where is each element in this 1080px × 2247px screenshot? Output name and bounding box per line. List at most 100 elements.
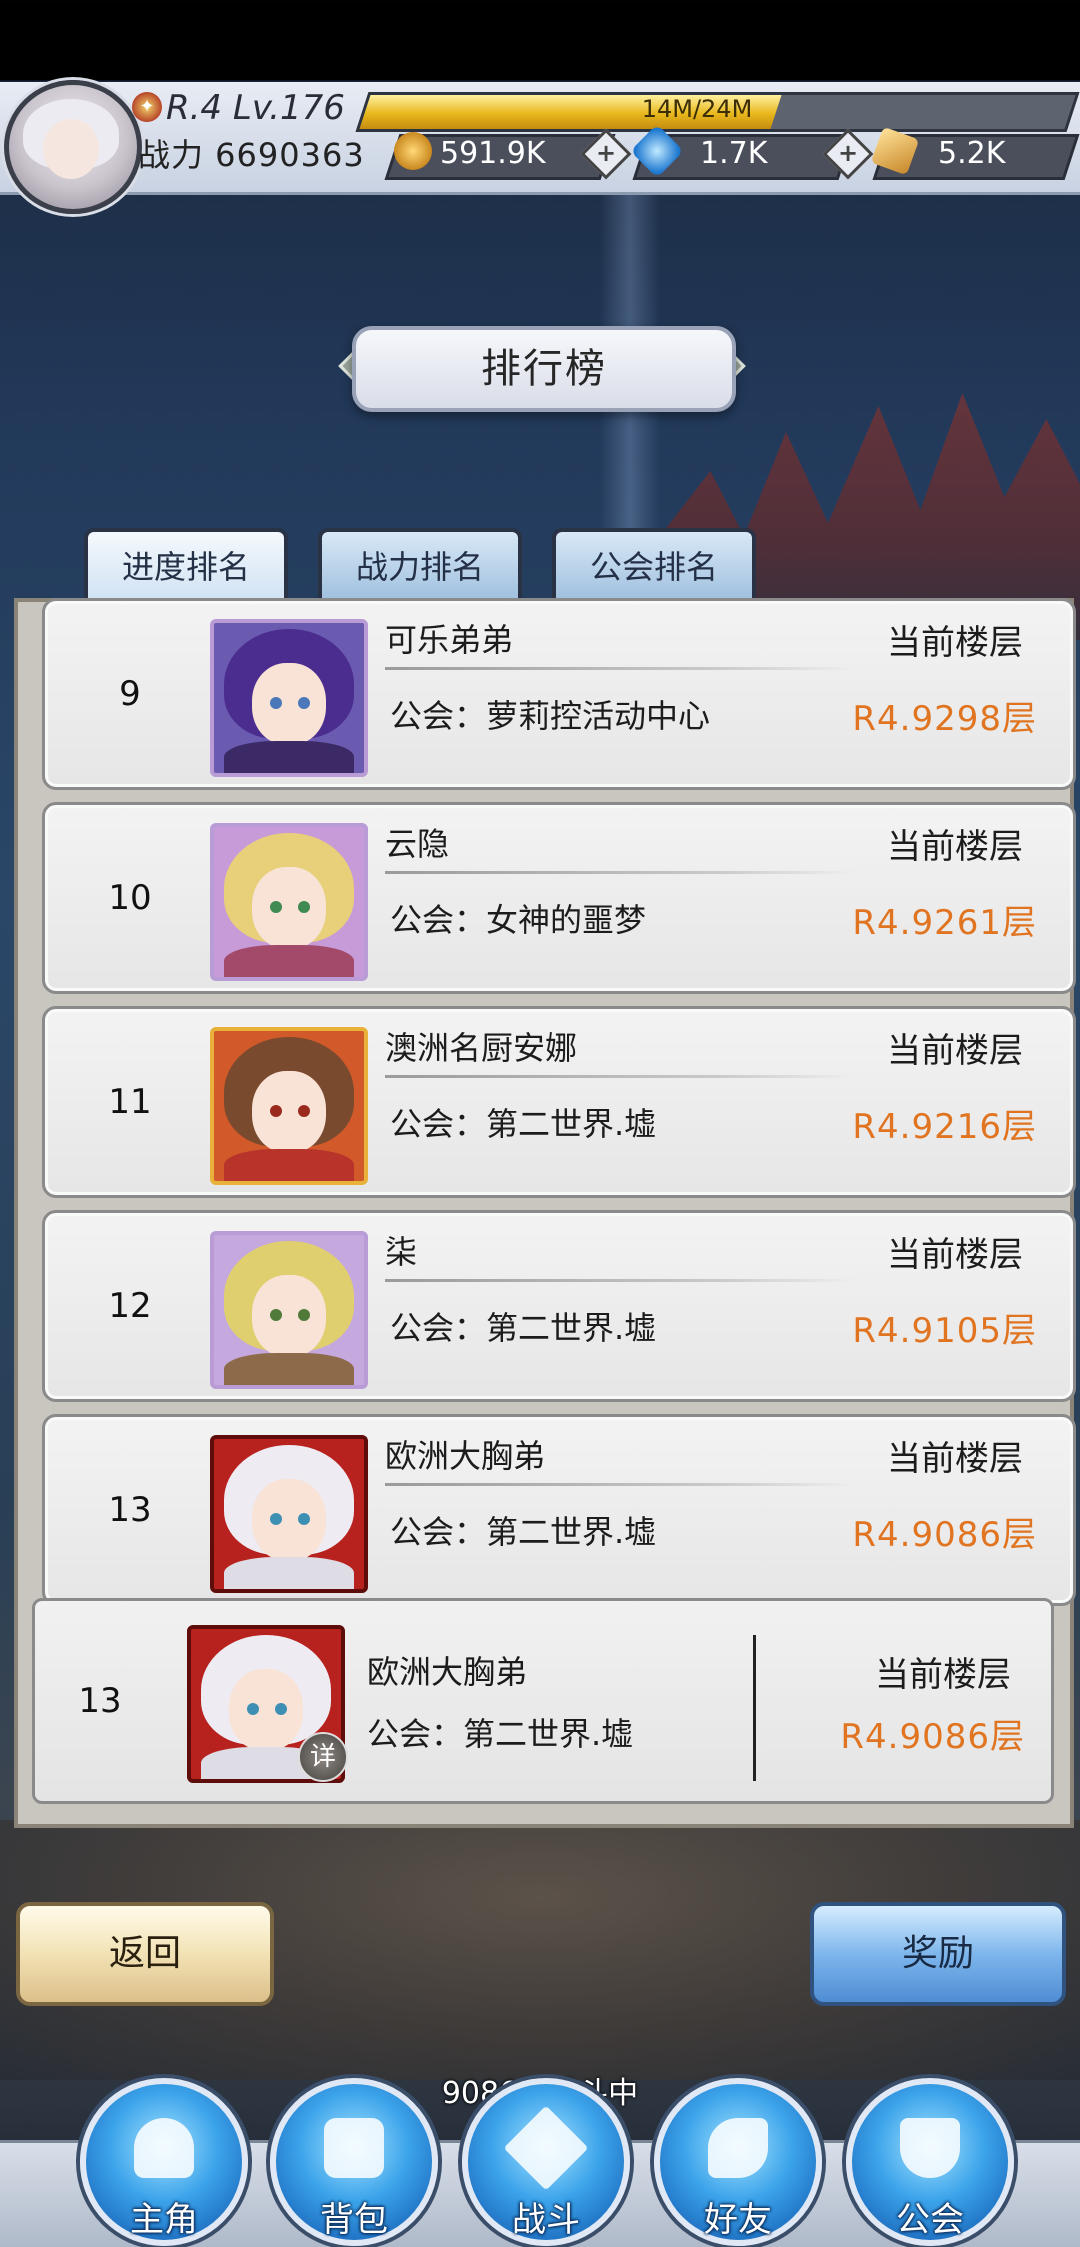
guild-crest-icon: [900, 2118, 960, 2178]
player-portrait[interactable]: [210, 1435, 368, 1593]
portrait-eye: [298, 697, 310, 709]
combat-power: 战力 6690363: [138, 136, 365, 174]
ranking-row[interactable]: 10 云隐 公会：女神的噩梦 当前楼层 R4.9261层: [42, 802, 1076, 994]
player-level: R.4 Lv.176: [166, 88, 345, 128]
floor-value: R4.9086层: [852, 1515, 1037, 1555]
my-name: 欧洲大胸弟: [367, 1653, 528, 1691]
rank-number: 13: [108, 1490, 152, 1530]
portrait-face: [252, 867, 326, 949]
player-name: 云隐: [385, 825, 450, 863]
nav-friends-button[interactable]: 好友: [654, 2078, 822, 2246]
reward-button[interactable]: 奖励: [810, 1902, 1066, 2006]
vertical-divider: [753, 1635, 756, 1781]
gold-amount: 591.9K: [440, 136, 546, 171]
portrait-face: [229, 1669, 303, 1751]
player-portrait[interactable]: [210, 1027, 368, 1185]
player-name: 澳洲名厨安娜: [385, 1029, 578, 1067]
ranking-row[interactable]: 13 欧洲大胸弟 公会：第二世界.墟 当前楼层 R4.9086层: [42, 1414, 1076, 1606]
floor-value: R4.9261层: [852, 903, 1037, 943]
nav-guild-button[interactable]: 公会: [846, 2078, 1014, 2246]
player-portrait[interactable]: [210, 619, 368, 777]
row-divider: [385, 1075, 855, 1078]
nav-label: 主角: [130, 2200, 198, 2240]
row-divider: [385, 667, 855, 670]
rank-number: 10: [108, 878, 152, 918]
portrait-face: [252, 1071, 326, 1153]
tab-progress-ranking[interactable]: 进度排名: [84, 528, 288, 602]
nav-label: 背包: [320, 2200, 388, 2240]
rank-number: 11: [108, 1082, 152, 1122]
nav-bag-button[interactable]: 背包: [270, 2078, 438, 2246]
nav-battle-button[interactable]: 战斗: [462, 2078, 630, 2246]
crossed-swords-icon: [503, 2105, 589, 2191]
portrait-face: [252, 663, 326, 745]
portrait-eye: [298, 1513, 310, 1525]
helmet-icon: [134, 2118, 194, 2178]
ranking-row[interactable]: 12 柒 公会：第二世界.墟 当前楼层 R4.9105层: [42, 1210, 1076, 1402]
floor-value: R4.9216层: [852, 1107, 1037, 1147]
nav-label: 好友: [704, 2200, 772, 2240]
portrait-shoulder: [224, 1557, 354, 1589]
portrait-eye: [270, 901, 282, 913]
floor-label: 当前楼层: [887, 1439, 1023, 1479]
floor-label: 当前楼层: [887, 827, 1023, 867]
nav-label: 公会: [896, 2200, 964, 2240]
row-divider: [385, 1483, 855, 1486]
portrait-eye: [270, 1309, 282, 1321]
rank-number: 9: [119, 674, 141, 714]
player-name: 柒: [385, 1233, 418, 1271]
detail-badge-icon[interactable]: 详: [298, 1732, 348, 1782]
backpack-icon: [324, 2118, 384, 2178]
portrait-eye: [270, 697, 282, 709]
ranking-row[interactable]: 11 澳洲名厨安娜 公会：第二世界.墟 当前楼层 R4.9216层: [42, 1006, 1076, 1198]
exp-text: 14M/24M: [641, 95, 753, 123]
player-portrait[interactable]: [210, 1231, 368, 1389]
guild-name: 公会：女神的噩梦: [390, 901, 647, 939]
row-divider: [385, 871, 855, 874]
my-guild: 公会：第二世界.墟: [367, 1715, 634, 1753]
tab-guild-ranking[interactable]: 公会排名: [552, 528, 756, 602]
rank-emblem-icon: ✦: [132, 92, 162, 122]
portrait-shoulder: [224, 945, 354, 977]
tab-power-ranking[interactable]: 战力排名: [318, 528, 522, 602]
portrait-shoulder: [224, 1353, 354, 1385]
portrait-eye: [298, 1105, 310, 1117]
portrait-eye: [247, 1703, 259, 1715]
player-name: 可乐弟弟: [385, 621, 514, 659]
portrait-eye: [275, 1703, 287, 1715]
plus-icon: +: [837, 139, 859, 167]
guild-name: 公会：萝莉控活动中心: [390, 697, 711, 735]
gem-amount: 1.7K: [700, 136, 768, 171]
my-rank-number: 13: [78, 1681, 122, 1721]
floor-label: 当前楼层: [887, 1031, 1023, 1071]
gold-coin-icon: [394, 132, 432, 170]
floor-value: R4.9105层: [852, 1311, 1037, 1351]
plus-icon: +: [595, 139, 617, 167]
handshake-icon: [708, 2118, 768, 2178]
ranking-row[interactable]: 9 可乐弟弟 公会：萝莉控活动中心 当前楼层 R4.9298层: [42, 598, 1076, 790]
player-name: 欧洲大胸弟: [385, 1437, 546, 1475]
back-button[interactable]: 返回: [16, 1902, 274, 2006]
floor-value: R4.9298层: [852, 699, 1037, 739]
my-ranking-row[interactable]: 13 欧洲大胸弟 公会：第二世界.墟 当前楼层 R4.9086层: [32, 1598, 1054, 1804]
player-portrait[interactable]: [210, 823, 368, 981]
guild-name: 公会：第二世界.墟: [390, 1309, 657, 1347]
page-title: 排行榜: [352, 326, 736, 412]
nav-hero-button[interactable]: 主角: [80, 2078, 248, 2246]
player-avatar[interactable]: [4, 80, 142, 214]
nav-label: 战斗: [512, 2200, 580, 2240]
my-floor-label: 当前楼层: [875, 1655, 1011, 1695]
portrait-shoulder: [224, 1149, 354, 1181]
portrait-eye: [270, 1513, 282, 1525]
guild-name: 公会：第二世界.墟: [390, 1513, 657, 1551]
guild-name: 公会：第二世界.墟: [390, 1105, 657, 1143]
floor-label: 当前楼层: [887, 1235, 1023, 1275]
portrait-eye: [270, 1105, 282, 1117]
portrait-eye: [298, 1309, 310, 1321]
row-divider: [385, 1279, 855, 1282]
portrait-face: [252, 1275, 326, 1357]
rank-number: 12: [108, 1286, 152, 1326]
avatar-face: [43, 119, 99, 179]
portrait-shoulder: [224, 741, 354, 773]
ticket-amount: 5.2K: [938, 136, 1006, 171]
